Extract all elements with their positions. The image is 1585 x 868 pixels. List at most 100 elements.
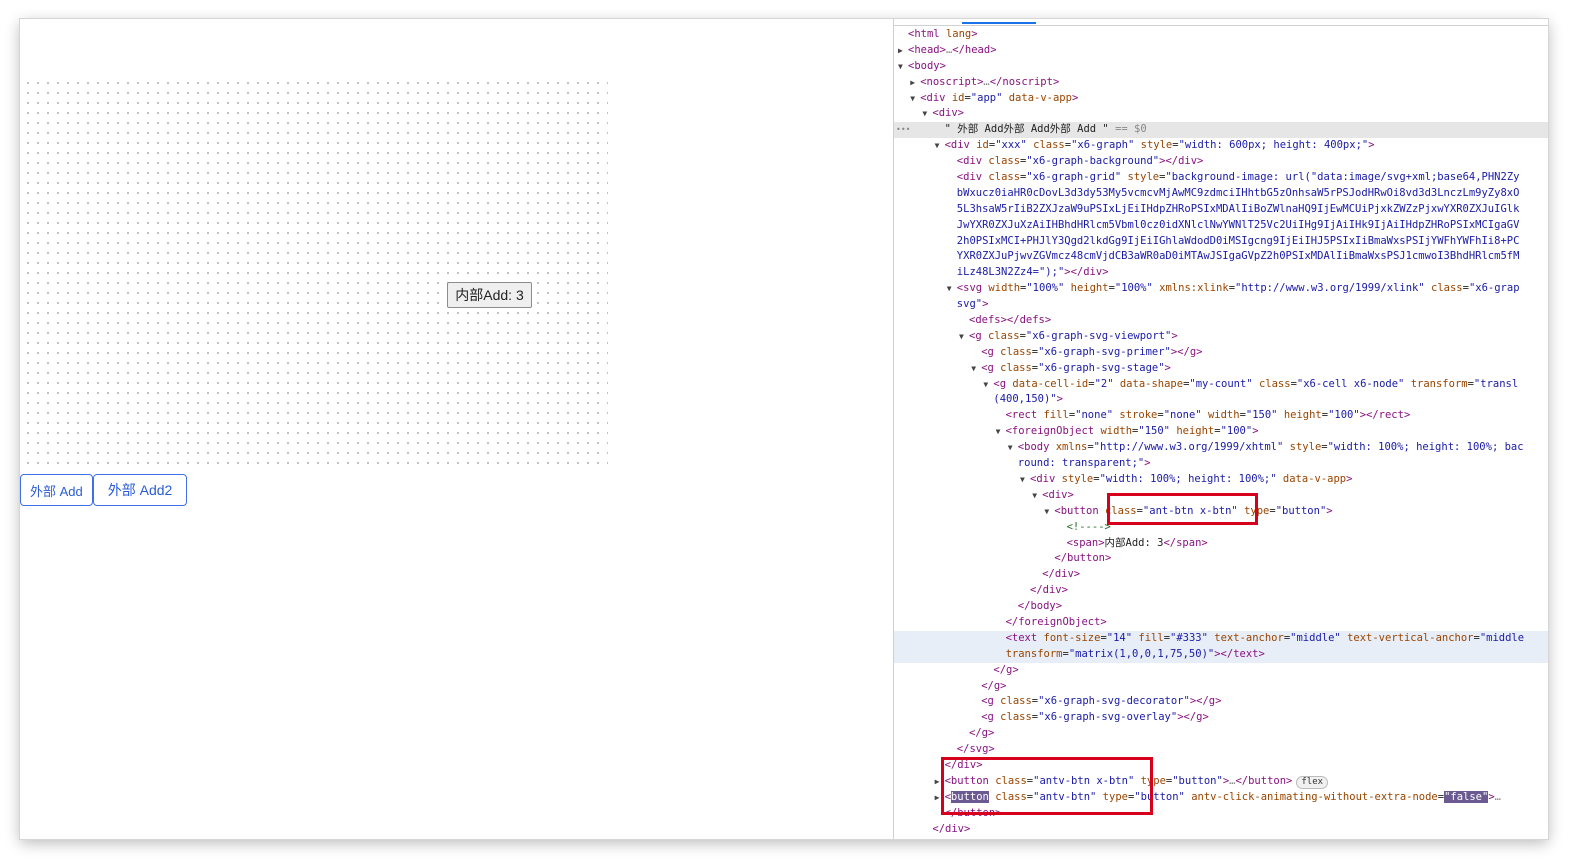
devtools-tabbar (894, 19, 1548, 26)
dom-line-content: </foreignObject> (1005, 615, 1107, 628)
expand-triangle-icon[interactable]: ▶ (898, 43, 903, 59)
dom-line-content: iLz48L3N2Zz4=");"></div> (956, 266, 1109, 279)
dom-line-content: </g> (993, 663, 1019, 676)
dom-line-content: </svg> (956, 743, 995, 756)
dom-line-content: <g class="x6-graph-svg-overlay"></g> (981, 711, 1209, 724)
dom-line[interactable]: <defs></defs> (894, 313, 1548, 329)
dom-line-content: 2h0PSIxMCI+PHJlY3Qgd2lkdGg9IjEiIGhlaWdod… (956, 234, 1520, 247)
dom-line[interactable]: <div class="x6-graph-grid" style="backgr… (894, 170, 1548, 186)
dom-line-content: <defs></defs> (969, 314, 1052, 327)
dom-line-content: <!----> (1066, 520, 1111, 533)
dom-line-content: <foreignObject width="150" height="100"> (1005, 425, 1259, 438)
expand-triangle-icon[interactable]: ▶ (935, 774, 940, 790)
dom-line[interactable]: ▼ <div> (894, 106, 1548, 122)
collapse-triangle-icon[interactable]: ▼ (983, 377, 988, 393)
dom-line[interactable]: </g> (894, 663, 1548, 679)
dom-line-content: " 外部 Add外部 Add外部 Add " == $0 (944, 123, 1147, 136)
collapse-triangle-icon[interactable]: ▼ (922, 106, 927, 122)
collapse-triangle-icon[interactable]: ▼ (1032, 488, 1037, 504)
dom-line[interactable]: JwYXR0ZXJuXzAiIHBhdHRlcm5Vbml0cz0idXNlcl… (894, 218, 1548, 234)
dom-line-content: <g class="x6-graph-svg-primer"></g> (981, 345, 1203, 358)
dom-line[interactable]: </div> (894, 837, 1548, 839)
more-icon[interactable]: ••• (896, 122, 910, 138)
dom-line[interactable]: </div> (894, 567, 1548, 583)
dom-line[interactable]: ▼ <body xmlns="http://www.w3.org/1999/xht… (894, 440, 1548, 456)
collapse-triangle-icon[interactable]: ▼ (996, 424, 1001, 440)
dom-line-content: <g class="x6-graph-svg-viewport"> (969, 329, 1178, 342)
dom-line-content: <div> (1042, 488, 1074, 501)
dom-line[interactable]: svg"> (894, 297, 1548, 313)
collapse-triangle-icon[interactable]: ▼ (947, 281, 952, 297)
dom-tree[interactable]: <html lang> ▶ <head>…</head> ▼ <body> ▶ <noscr… (894, 27, 1548, 839)
external-add-button[interactable]: 外部 Add (20, 474, 93, 506)
dom-line[interactable]: </g> (894, 726, 1548, 742)
dom-line[interactable]: iLz48L3N2Zz4=");"></div> (894, 265, 1548, 281)
expand-triangle-icon[interactable]: ▶ (935, 790, 940, 806)
internal-add-button[interactable]: 内部Add: 3 (447, 282, 532, 308)
collapse-triangle-icon[interactable]: ▼ (971, 361, 976, 377)
dom-line[interactable]: </g> (894, 679, 1548, 695)
dom-line[interactable]: transform="matrix(1,0,0,1,75,50)"></text… (894, 646, 1548, 663)
dom-line[interactable]: ▼ <foreignObject width="150" height="100"… (894, 424, 1548, 440)
expand-triangle-icon[interactable]: ▶ (910, 75, 915, 91)
dom-line[interactable]: <g class="x6-graph-svg-decorator"></g> (894, 694, 1548, 710)
dom-line[interactable]: (400,150)"> (894, 392, 1548, 408)
collapse-triangle-icon[interactable]: ▼ (935, 138, 940, 154)
dom-line[interactable]: </svg> (894, 742, 1548, 758)
collapse-triangle-icon[interactable]: ▼ (1020, 472, 1025, 488)
dom-line[interactable]: bWxucz0iaHR0cDovL3d3dy53My5vcmcvMjAwMC9z… (894, 186, 1548, 202)
dom-line-content: <head>…</head> (908, 43, 997, 56)
x6-graph-canvas[interactable]: 内部Add: 3 (20, 75, 608, 465)
dom-line-content: 5L3hsaW5rIiB2ZXJzaW9uPSIxLjEiIHdpZHRoPSI… (956, 202, 1520, 215)
dom-line[interactable]: <g class="x6-graph-svg-overlay"></g> (894, 710, 1548, 726)
dom-line-content: </div> (932, 822, 971, 835)
dom-line-content: <rect fill="none" stroke="none" width="1… (1005, 409, 1411, 422)
dom-line[interactable]: ▼ <g class="x6-graph-svg-stage"> (894, 361, 1548, 377)
dom-line-content: <g class="x6-graph-svg-decorator"></g> (981, 695, 1222, 708)
dom-line-content: <g data-cell-id="2" data-shape="my-count… (993, 377, 1519, 390)
collapse-triangle-icon[interactable]: ▼ (898, 59, 903, 75)
dom-line[interactable]: ▼ <body> (894, 59, 1548, 75)
dom-line-content: YXR0ZXJuPjwvZGVmcz48cmVjdCB3aWR0aD0iMTAw… (956, 250, 1520, 263)
dom-line[interactable]: ▼ <g class="x6-graph-svg-viewport"> (894, 329, 1548, 345)
dom-line-content: <body> (908, 59, 946, 72)
dom-line[interactable]: 2h0PSIxMCI+PHJlY3Qgd2lkdGg9IjEiIGhlaWdod… (894, 234, 1548, 250)
dom-line[interactable]: round: transparent;"> (894, 456, 1548, 472)
collapse-triangle-icon[interactable]: ▼ (1008, 440, 1013, 456)
dom-line[interactable]: ▼ <div id="xxx" class="x6-graph" style="w… (894, 138, 1548, 154)
collapse-triangle-icon[interactable]: ▼ (910, 91, 915, 107)
dom-line[interactable]: ▶ <noscript>…</noscript> (894, 75, 1548, 91)
dom-line[interactable]: <g class="x6-graph-svg-primer"></g> (894, 345, 1548, 361)
dom-line-content: </body> (1017, 600, 1063, 613)
dom-line[interactable]: ▼ <g data-cell-id="2" data-shape="my-coun… (894, 377, 1548, 393)
dom-line[interactable]: ▼ <div id="app" data-v-app> (894, 91, 1548, 107)
collapse-triangle-icon[interactable]: ▼ (1044, 504, 1049, 520)
dom-line-content: <text font-size="14" fill="#333" text-an… (1005, 631, 1525, 644)
dom-line[interactable]: <text font-size="14" fill="#333" text-an… (894, 630, 1548, 647)
dom-line-content: (400,150)"> (993, 393, 1063, 406)
external-add2-button[interactable]: 外部 Add2 (92, 474, 188, 506)
dom-line[interactable]: YXR0ZXJuPjwvZGVmcz48cmVjdCB3aWR0aD0iMTAw… (894, 249, 1548, 265)
dom-line[interactable]: </div> (894, 583, 1548, 599)
dom-line[interactable]: <html lang> (894, 27, 1548, 43)
dom-line-content: <noscript>…</noscript> (920, 75, 1060, 88)
highlight-box-class-attr (1107, 493, 1258, 525)
dom-line-content: </div> (1042, 568, 1081, 581)
dom-line[interactable]: <div class="x6-graph-background"></div> (894, 154, 1548, 170)
dom-line[interactable]: ▼ <svg width="100%" height="100%" xmlns:x… (894, 281, 1548, 297)
dom-line-content: <g class="x6-graph-svg-stage"> (981, 361, 1171, 374)
dom-line[interactable]: ••• " 外部 Add外部 Add外部 Add " == $0 (894, 122, 1548, 139)
dom-line-content: <div> (932, 107, 964, 120)
dom-line[interactable]: </div> (894, 822, 1548, 838)
dom-line[interactable]: <rect fill="none" stroke="none" width="1… (894, 408, 1548, 424)
dom-line[interactable]: ▶ <head>…</head> (894, 43, 1548, 59)
dom-line[interactable]: </foreignObject> (894, 615, 1548, 631)
dom-line[interactable]: <span>内部Add: 3</span> (894, 536, 1548, 552)
dom-line-content: <div style="width: 100%; height: 100%;" … (1030, 472, 1353, 485)
collapse-triangle-icon[interactable]: ▼ (959, 329, 964, 345)
dom-line-content: <div id="app" data-v-app> (920, 91, 1079, 104)
dom-line[interactable]: ▼ <div style="width: 100%; height: 100%;"… (894, 472, 1548, 488)
dom-line[interactable]: </body> (894, 599, 1548, 615)
dom-line[interactable]: </button> (894, 551, 1548, 567)
dom-line[interactable]: 5L3hsaW5rIiB2ZXJzaW9uPSIxLjEiIHdpZHRoPSI… (894, 202, 1548, 218)
